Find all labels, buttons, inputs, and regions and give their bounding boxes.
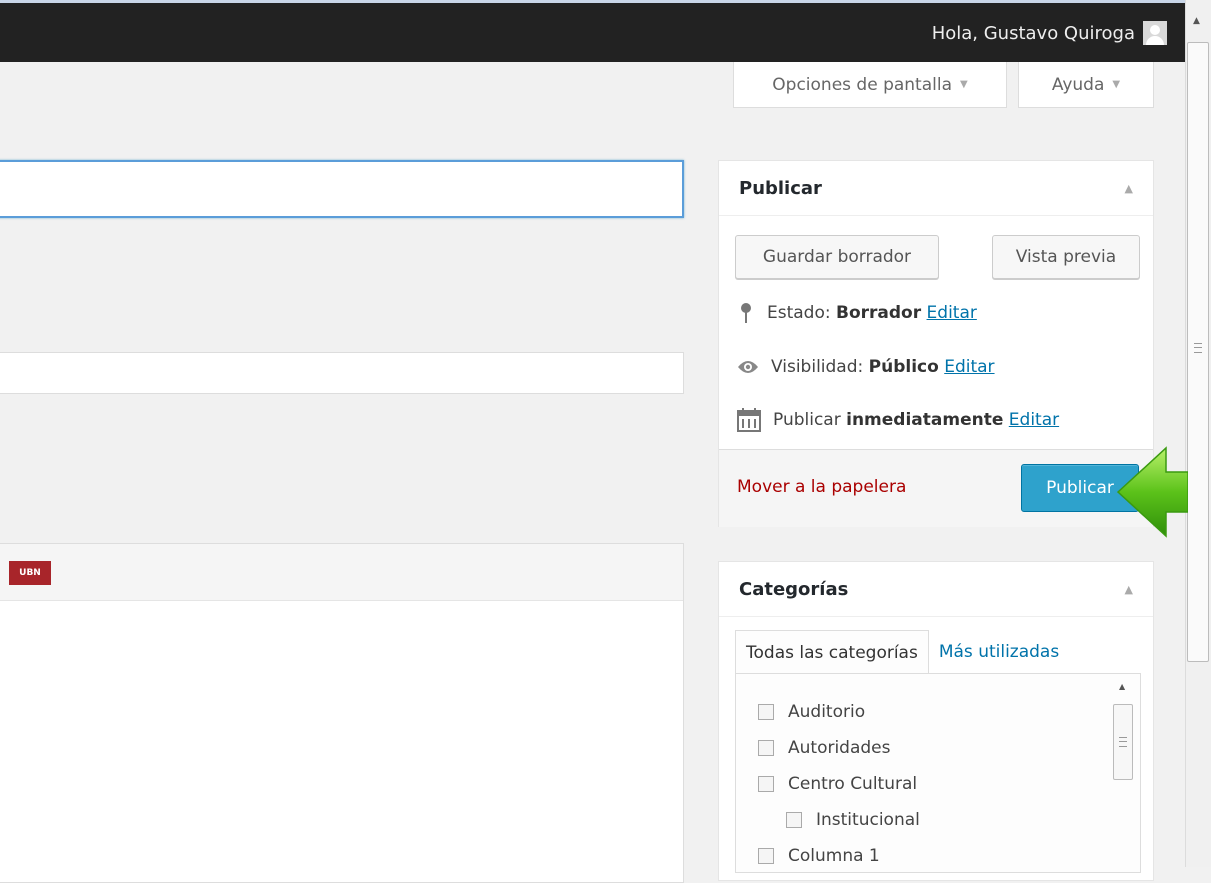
permalink-field[interactable]: [0, 352, 684, 394]
categories-box-header[interactable]: Categorías ▲: [719, 562, 1153, 617]
categories-box: Categorías ▲ Todas las categorías Más ut…: [718, 561, 1154, 881]
post-title-input[interactable]: [0, 160, 684, 218]
publish-label: Publicar: [1046, 478, 1114, 498]
scroll-grip-icon: [1194, 343, 1202, 353]
edit-visibility-link[interactable]: Editar: [944, 357, 994, 377]
tab-most-used[interactable]: Más utilizadas: [929, 630, 1069, 674]
publishing-actions: Mover a la papelera Publicar: [719, 449, 1153, 527]
category-item[interactable]: Centro Cultural: [758, 766, 1140, 802]
category-checkbox[interactable]: [758, 740, 774, 756]
preview-button[interactable]: Vista previa: [992, 235, 1140, 279]
plugin-button-icon[interactable]: UBN: [9, 561, 51, 585]
visibility-value: Público: [868, 357, 939, 377]
publish-box: Publicar ▲ Guardar borrador Vista previa…: [718, 160, 1154, 527]
preview-label: Vista previa: [1015, 247, 1117, 267]
visibility-row: Visibilidad: Público Editar: [737, 353, 995, 381]
publish-box-title: Publicar: [739, 177, 822, 199]
category-label: Autoridades: [788, 738, 891, 758]
collapse-arrow-icon[interactable]: ▲: [1125, 182, 1133, 195]
editor-toolbar: UBN: [0, 544, 683, 601]
publish-box-header[interactable]: Publicar ▲: [719, 161, 1153, 216]
scroll-up-arrow-icon[interactable]: ▲: [1193, 16, 1200, 26]
category-item[interactable]: Autoridades: [758, 730, 1140, 766]
visibility-label: Visibilidad:: [771, 357, 864, 377]
calendar-icon: [737, 408, 761, 432]
category-label: Auditorio: [788, 702, 866, 722]
save-draft-label: Guardar borrador: [762, 247, 912, 267]
status-label: Estado:: [767, 303, 831, 323]
scroll-grip-icon: [1119, 737, 1127, 747]
scroll-up-arrow-icon[interactable]: ▲: [1119, 682, 1125, 691]
category-scrollbar[interactable]: ▲: [1112, 682, 1134, 872]
save-draft-button[interactable]: Guardar borrador: [735, 235, 939, 279]
screen-options-button[interactable]: Opciones de pantalla ▼: [733, 62, 1007, 108]
category-checkbox[interactable]: [758, 704, 774, 720]
category-list: Auditorio Autoridades Centro Cultural In…: [736, 674, 1140, 872]
category-checkbox[interactable]: [758, 776, 774, 792]
eye-icon: [738, 361, 758, 373]
category-label: Institucional: [816, 810, 920, 830]
category-tabs: Todas las categorías Más utilizadas: [735, 630, 1069, 674]
admin-bar: Hola, Gustavo Quiroga: [0, 0, 1185, 62]
schedule-label: Publicar: [773, 410, 841, 430]
collapse-arrow-icon[interactable]: ▲: [1125, 583, 1133, 596]
edit-schedule-link[interactable]: Editar: [1009, 410, 1059, 430]
category-item[interactable]: Institucional: [758, 802, 1140, 838]
category-checklist[interactable]: Auditorio Autoridades Centro Cultural In…: [735, 673, 1141, 873]
post-editor[interactable]: UBN: [0, 543, 684, 883]
schedule-row: Publicar inmediatamente Editar: [737, 406, 1059, 434]
green-arrow-icon: [1116, 446, 1188, 538]
screen-options-label: Opciones de pantalla: [772, 74, 953, 95]
scroll-thumb[interactable]: [1187, 42, 1209, 662]
tab-all-categories[interactable]: Todas las categorías: [735, 630, 929, 674]
help-button[interactable]: Ayuda ▼: [1018, 62, 1154, 108]
pin-icon: [741, 303, 751, 323]
status-row: Estado: Borrador Editar: [737, 299, 977, 327]
status-value: Borrador: [836, 303, 922, 323]
category-checkbox[interactable]: [758, 848, 774, 864]
greeting-text: Hola, Gustavo Quiroga: [931, 22, 1135, 44]
caret-down-icon: ▼: [1112, 79, 1121, 90]
window-scrollbar[interactable]: ▲: [1185, 0, 1211, 867]
categories-box-title: Categorías: [739, 578, 849, 600]
category-item[interactable]: Columna 1: [758, 838, 1140, 872]
category-label: Columna 1: [788, 846, 880, 866]
help-label: Ayuda: [1051, 74, 1105, 95]
category-item[interactable]: Auditorio: [758, 694, 1140, 730]
scroll-thumb[interactable]: [1113, 704, 1133, 780]
move-to-trash-link[interactable]: Mover a la papelera: [737, 477, 906, 497]
category-label: Centro Cultural: [788, 774, 918, 794]
schedule-value: inmediatamente: [846, 410, 1004, 430]
user-greeting[interactable]: Hola, Gustavo Quiroga: [932, 21, 1167, 45]
user-avatar-icon: [1143, 21, 1167, 45]
caret-down-icon: ▼: [960, 79, 968, 90]
category-checkbox[interactable]: [786, 812, 802, 828]
edit-status-link[interactable]: Editar: [927, 303, 977, 323]
